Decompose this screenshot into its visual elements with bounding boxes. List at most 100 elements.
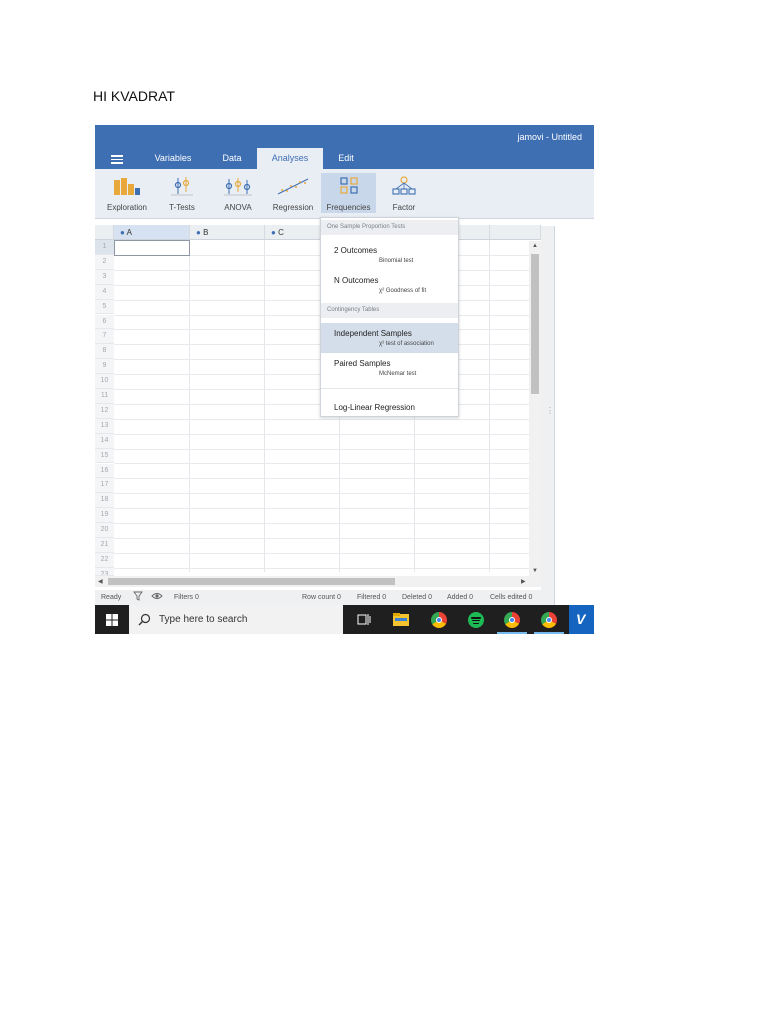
grid-line bbox=[114, 508, 541, 509]
app-v-icon[interactable]: V bbox=[569, 605, 594, 634]
exploration-button[interactable]: Exploration bbox=[103, 173, 151, 213]
scroll-right-icon[interactable]: ▶ bbox=[521, 578, 526, 585]
row-header[interactable]: 19 bbox=[95, 508, 114, 524]
grid-line bbox=[114, 449, 541, 450]
status-filtered: Filtered 0 bbox=[357, 594, 387, 601]
grid-line bbox=[114, 568, 541, 569]
status-deleted: Deleted 0 bbox=[402, 594, 432, 601]
pane-divider[interactable] bbox=[541, 226, 554, 606]
scroll-up-icon[interactable]: ▲ bbox=[532, 243, 538, 249]
file-explorer-icon[interactable] bbox=[393, 612, 409, 627]
menu-item-subtitle: McNemar test bbox=[379, 371, 417, 377]
row-header[interactable]: 3 bbox=[95, 269, 114, 285]
row-header[interactable]: 7 bbox=[95, 329, 114, 345]
menu-item-title: Paired Samples bbox=[334, 359, 391, 368]
regression-label: Regression bbox=[272, 203, 314, 212]
menu-item-title: N Outcomes bbox=[334, 276, 379, 285]
vertical-scrollbar[interactable]: ▲ ▼ bbox=[529, 241, 541, 577]
scrollbar-thumb[interactable] bbox=[531, 254, 539, 394]
row-header[interactable]: 11 bbox=[95, 389, 114, 404]
status-bar: Ready Filters 0 Row count 0 Filtered 0 D… bbox=[95, 590, 554, 605]
app-title: jamovi - Untitled bbox=[517, 132, 582, 142]
row-header[interactable]: 16 bbox=[95, 463, 114, 479]
scroll-down-icon[interactable]: ▼ bbox=[532, 568, 538, 574]
row-header[interactable]: 23 bbox=[95, 567, 114, 576]
grid-line bbox=[114, 553, 541, 554]
chrome-icon[interactable] bbox=[431, 612, 447, 628]
splitter-grip-icon[interactable]: ⋮ bbox=[546, 407, 554, 415]
menu-item-n-outcomes[interactable]: N Outcomes χ² Goodness of fit bbox=[321, 270, 458, 300]
column-header-b[interactable]: ● B bbox=[190, 225, 265, 240]
tab-data[interactable]: Data bbox=[209, 148, 255, 169]
task-view-icon[interactable] bbox=[357, 613, 371, 626]
search-icon bbox=[138, 613, 151, 626]
analyses-toolbar: Exploration T-Tests ANOVA Regression Fre… bbox=[95, 169, 594, 219]
menu-item-subtitle: χ² Goodness of fit bbox=[379, 288, 427, 294]
row-header[interactable]: 10 bbox=[95, 374, 114, 389]
active-app-indicator bbox=[497, 632, 527, 634]
search-placeholder: Type here to search bbox=[159, 614, 248, 625]
windows-start-icon[interactable] bbox=[106, 614, 118, 626]
grid-line bbox=[114, 478, 541, 479]
row-header[interactable]: 12 bbox=[95, 403, 114, 419]
row-header[interactable]: 4 bbox=[95, 284, 114, 300]
nominal-variable-icon: ● bbox=[196, 228, 201, 237]
row-header[interactable]: 9 bbox=[95, 359, 114, 375]
menu-item-subtitle: χ² test of association bbox=[379, 341, 434, 347]
column-c-label: C bbox=[278, 228, 284, 237]
column-b-label: B bbox=[203, 228, 209, 237]
column-header-a[interactable]: ● A bbox=[114, 225, 190, 240]
tab-analyses[interactable]: Analyses bbox=[257, 148, 323, 169]
column-header-empty[interactable] bbox=[490, 225, 541, 240]
row-header[interactable]: 15 bbox=[95, 448, 114, 464]
column-a-label: A bbox=[126, 228, 132, 237]
hamburger-menu-icon[interactable] bbox=[111, 155, 123, 164]
nominal-variable-icon: ● bbox=[120, 228, 125, 237]
grid-line bbox=[114, 523, 541, 524]
row-header[interactable]: 18 bbox=[95, 493, 114, 509]
menu-item-2-outcomes[interactable]: 2 Outcomes Binomial test bbox=[321, 240, 458, 270]
row-header[interactable]: 1 bbox=[95, 240, 114, 255]
frequencies-label: Frequencies bbox=[326, 203, 371, 212]
menu-item-independent-samples[interactable]: Independent Samples χ² test of associati… bbox=[321, 323, 458, 353]
t-tests-button[interactable]: T-Tests bbox=[159, 173, 205, 213]
grid-line bbox=[114, 538, 541, 539]
taskbar-search-box[interactable]: Type here to search bbox=[129, 605, 343, 634]
tab-variables[interactable]: Variables bbox=[145, 148, 201, 169]
chrome-profile-icon[interactable] bbox=[504, 612, 520, 628]
anova-button[interactable]: ANOVA bbox=[215, 173, 261, 213]
row-header[interactable]: 21 bbox=[95, 538, 114, 553]
results-pane bbox=[554, 226, 594, 606]
row-header[interactable]: 8 bbox=[95, 344, 114, 360]
grid-line bbox=[114, 434, 541, 435]
row-header[interactable]: 6 bbox=[95, 314, 114, 330]
status-added: Added 0 bbox=[447, 594, 474, 601]
title-bar: jamovi - Untitled Variables Data Analyse… bbox=[95, 125, 594, 169]
menu-item-paired-samples[interactable]: Paired Samples McNemar test bbox=[321, 353, 458, 383]
grid-line bbox=[114, 463, 541, 464]
row-header[interactable]: 2 bbox=[95, 254, 114, 270]
selected-cell[interactable] bbox=[114, 240, 190, 256]
status-row-count: Row count 0 bbox=[302, 594, 341, 601]
row-header[interactable]: 5 bbox=[95, 299, 114, 315]
row-header[interactable]: 13 bbox=[95, 418, 114, 434]
row-header[interactable]: 17 bbox=[95, 478, 114, 494]
row-header[interactable]: 14 bbox=[95, 433, 114, 449]
frequencies-button[interactable]: Frequencies bbox=[321, 173, 376, 213]
row-header[interactable]: 22 bbox=[95, 552, 114, 568]
menu-item-subtitle: Binomial test bbox=[379, 258, 414, 264]
regression-button[interactable]: Regression bbox=[269, 173, 317, 213]
horizontal-scrollbar[interactable]: ◀ ▶ bbox=[95, 576, 541, 587]
factor-button[interactable]: Factor bbox=[383, 173, 425, 213]
spotify-icon[interactable] bbox=[468, 612, 484, 628]
t-tests-label: T-Tests bbox=[169, 203, 195, 212]
chrome-profile-icon[interactable] bbox=[541, 612, 557, 628]
row-header[interactable]: 20 bbox=[95, 523, 114, 538]
bar-chart-icon bbox=[114, 178, 140, 195]
jamovi-screenshot: jamovi - Untitled Variables Data Analyse… bbox=[95, 125, 594, 634]
scroll-left-icon[interactable]: ◀ bbox=[98, 578, 103, 585]
menu-item-log-linear-regression[interactable]: Log-Linear Regression bbox=[334, 403, 415, 412]
grid-line bbox=[114, 493, 541, 494]
tab-edit[interactable]: Edit bbox=[326, 148, 366, 169]
scrollbar-thumb[interactable] bbox=[108, 578, 395, 585]
